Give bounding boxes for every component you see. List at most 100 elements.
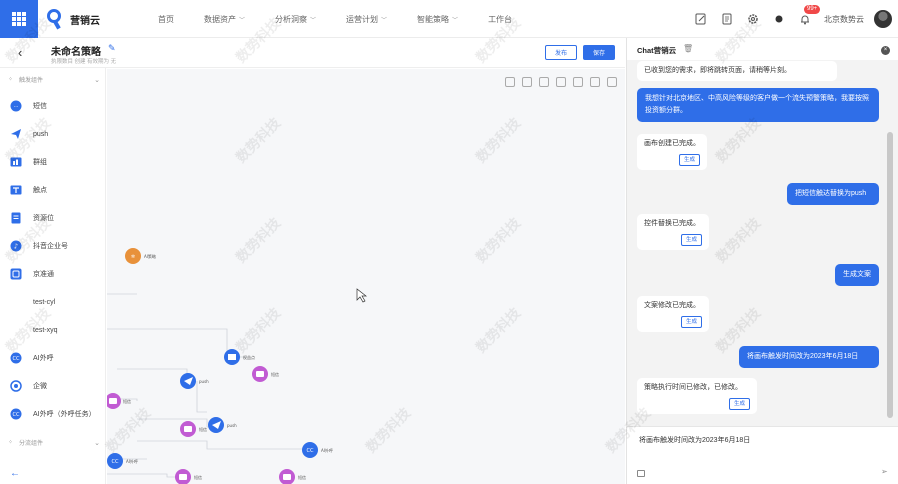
wecom-icon — [10, 380, 22, 392]
sidebar-item-wecom[interactable]: 企微 — [10, 379, 47, 393]
avatar[interactable] — [874, 10, 892, 28]
node-label: AI外呼 — [321, 447, 333, 453]
chat-scrollbar[interactable] — [887, 132, 893, 418]
sidebar-item-ai-call-task[interactable]: CC AI外呼（外呼任务） — [10, 407, 96, 421]
nav-item-home[interactable]: 首页 — [158, 14, 174, 25]
app-logo[interactable]: 营销云 — [46, 9, 100, 30]
edit-doc-icon[interactable] — [694, 12, 708, 26]
message-text: 把短信触达替换为push — [795, 190, 867, 197]
section-split-components[interactable]: ⁘ 分流组件 ⌄ — [8, 438, 100, 448]
nav-item-workbench[interactable]: 工作台 — [488, 14, 512, 25]
publish-button[interactable]: 发布 — [545, 45, 577, 60]
svg-text:CC: CC — [112, 459, 119, 465]
group-icon — [10, 156, 22, 168]
trash-icon[interactable]: 🗑 — [683, 44, 693, 53]
chat-message-bot: 画布创建已完成。 生成 — [637, 134, 707, 170]
message-text: 已收到您的需求，即将跳转页面，请稍等片刻。 — [644, 67, 791, 74]
section-trigger-components[interactable]: ⁘ 触发组件 ⌄ — [8, 75, 100, 85]
sidebar-item-touchpoint[interactable]: 触点 — [10, 183, 47, 197]
chat-message-user: 生成文案 — [835, 264, 879, 286]
nav-item-data-assets[interactable]: 数据资产 ﹀ — [204, 14, 245, 25]
node-ai-strategy[interactable]: ✲ AI策略 — [125, 248, 156, 264]
node-sms[interactable]: 短信 — [279, 469, 306, 484]
chevron-down-icon: ⌄ — [94, 76, 100, 84]
sidebar-item-group[interactable]: 群组 — [10, 155, 47, 169]
back-arrow-icon[interactable]: ‹ — [18, 45, 22, 60]
edit-title-icon[interactable]: ✎ — [108, 43, 116, 54]
node-label: 短信 — [271, 371, 279, 377]
org-name[interactable]: 北京数势云 — [824, 14, 864, 25]
sidebar-item-label: 京准通 — [33, 271, 54, 278]
node-sms[interactable]: 短信 — [180, 421, 207, 437]
ai-call-icon: CC — [10, 352, 22, 364]
generate-button[interactable]: 生成 — [680, 234, 702, 246]
touchpoint-icon — [10, 184, 22, 196]
sidebar-item-test-xyq[interactable]: test-xyq — [10, 323, 58, 337]
sidebar-item-push[interactable]: push — [10, 127, 48, 141]
bell-icon[interactable]: 99+ — [798, 5, 821, 26]
node-ai-call[interactable]: CC AI外呼 — [302, 442, 333, 458]
nav-label: 工作台 — [488, 14, 513, 24]
strategy-canvas[interactable]: ✲ AI策略 权益点 push 短信 短信 短信 push CC AI外呼 CC… — [107, 69, 625, 484]
node-sms[interactable]: 短信 — [175, 469, 202, 484]
svg-text:···: ··· — [14, 104, 19, 110]
nav-label: 数据资产 — [204, 14, 236, 24]
node-push[interactable]: push — [180, 373, 209, 389]
generate-button[interactable]: 生成 — [678, 154, 700, 166]
chat-message-user: 把短信触达替换为push — [787, 183, 879, 205]
chat-message-bot: 控件替换已完成。 生成 — [637, 214, 709, 250]
chat-input[interactable]: 将画布触发时间改为2023年6月18日 — [639, 435, 750, 445]
sidebar-item-label: 抖音企业号 — [33, 243, 68, 250]
app-root: 营销云 首页 数据资产 ﹀ 分析洞察 ﹀ 运营计划 ﹀ 智能策略 ﹀ 工作台 9… — [0, 0, 898, 484]
grid-icon — [12, 12, 26, 26]
svg-text:CC: CC — [13, 412, 20, 418]
sidebar-item-jd[interactable]: 京准通 — [10, 267, 54, 281]
node-label: 权益点 — [243, 354, 255, 360]
sidebar-item-ai-call[interactable]: CC AI外呼 — [10, 351, 54, 365]
generate-button[interactable]: 生成 — [680, 316, 702, 328]
sidebar-item-resource-slot[interactable]: 资源位 — [10, 211, 54, 225]
node-label: 短信 — [199, 426, 207, 432]
collapse-arrow-icon[interactable]: ← — [10, 468, 20, 479]
chevron-down-icon: ﹀ — [452, 17, 459, 24]
sidebar-item-label: AI外呼 — [33, 355, 54, 362]
node-push[interactable]: push — [208, 417, 237, 433]
sidebar-item-douyin[interactable]: ♪ 抖音企业号 — [10, 239, 68, 253]
push-icon — [10, 128, 22, 140]
app-grid-button[interactable] — [0, 0, 38, 38]
chat-bubble-icon[interactable] — [772, 12, 786, 26]
nav-label: 智能策略 — [417, 14, 450, 24]
notification-badge: 99+ — [804, 5, 821, 14]
trigger-section-icon: ⁘ — [8, 77, 14, 83]
strategy-title: 未命名策略 — [51, 47, 101, 58]
nav-item-analysis[interactable]: 分析洞察 ﹀ — [275, 14, 316, 25]
node-label: AI策略 — [144, 253, 156, 259]
message-text: 文案修改已完成。 — [644, 302, 700, 309]
send-icon[interactable]: ➢ — [881, 467, 888, 476]
save-button[interactable]: 保存 — [583, 45, 615, 60]
gear-icon[interactable] — [746, 12, 760, 26]
sidebar-item-label: 短信 — [33, 103, 47, 110]
sidebar-item-sms[interactable]: ··· 短信 — [10, 99, 47, 113]
node-ai-call[interactable]: CC AI外呼 — [107, 453, 138, 469]
chat-title: Chat营销云 — [637, 46, 677, 55]
nav-label: 分析洞察 — [275, 14, 308, 24]
svg-text:♪: ♪ — [14, 243, 18, 251]
nav-item-smart-strategy[interactable]: 智能策略 ﹀ — [417, 14, 458, 25]
document-icon[interactable] — [720, 12, 734, 26]
close-icon[interactable]: × — [881, 46, 890, 55]
node-sms[interactable]: 短信 — [252, 366, 279, 382]
chat-input-area[interactable]: 将画布触发时间改为2023年6月18日 ➢ — [627, 426, 898, 484]
ai-call-task-icon: CC — [10, 408, 22, 420]
nav-item-ops-plan[interactable]: 运营计划 ﹀ — [346, 14, 387, 25]
chat-panel: Chat营销云 🗑 × 已收到您的需求，即将跳转页面，请稍等片刻。 我想针对北京… — [626, 38, 898, 484]
strategy-header: ‹ 未命名策略 ✎ 执限数目 创建 有效期为 无 发布 保存 — [0, 38, 625, 68]
main-nav: 首页 数据资产 ﹀ 分析洞察 ﹀ 运营计划 ﹀ 智能策略 ﹀ 工作台 — [158, 0, 542, 38]
strategy-meta: 执限数目 创建 有效期为 无 — [51, 59, 117, 65]
generate-button[interactable]: 生成 — [728, 398, 750, 410]
sidebar-item-test-cyl[interactable]: test-cyl — [10, 295, 55, 309]
logo-icon — [46, 9, 64, 30]
node-sms[interactable]: 短信 — [107, 393, 131, 409]
attachment-icon[interactable] — [637, 470, 645, 477]
node-benefit-point[interactable]: 权益点 — [224, 349, 255, 365]
